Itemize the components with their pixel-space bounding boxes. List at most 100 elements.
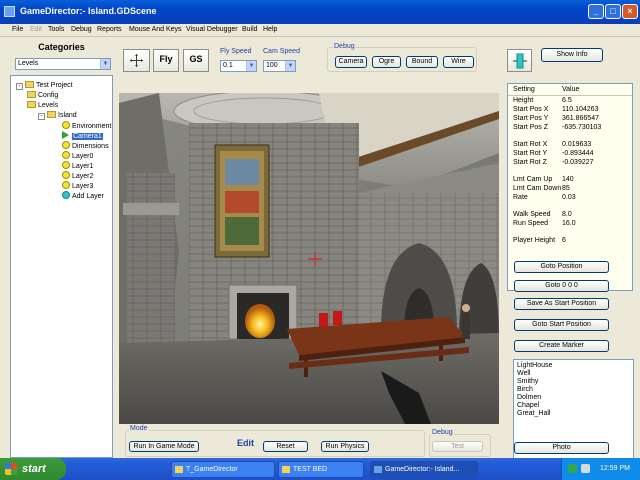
list-item[interactable]: Chapel xyxy=(517,402,539,409)
tree-item-test-project[interactable]: - Test Project xyxy=(16,81,73,90)
tree-item-camera1[interactable]: Camera1 xyxy=(62,131,103,140)
menu-visual-debugger[interactable]: Visual Debugger xyxy=(186,26,238,33)
tree-item-levels[interactable]: Levels xyxy=(27,101,58,109)
debug-ogre-button[interactable]: Ogre xyxy=(372,56,401,68)
run-in-game-mode-button[interactable]: Run In Game Mode xyxy=(129,441,199,452)
info-panel: Show Info Setting Value Height 6.5 Start… xyxy=(503,40,637,474)
circle-icon xyxy=(62,171,70,179)
list-item[interactable]: Well xyxy=(517,370,530,377)
taskbar-item-gamedirector[interactable]: GameDirector:- Island... xyxy=(370,461,478,478)
create-marker-button[interactable]: Create Marker xyxy=(514,340,609,352)
setting-name: Start Pos Z xyxy=(513,124,549,131)
tree-item-dimensions[interactable]: Dimensions xyxy=(62,141,109,150)
list-item[interactable]: Great_Hall xyxy=(517,410,550,417)
tree-item-add-layer[interactable]: Add Layer xyxy=(62,191,104,200)
test-button[interactable]: Test xyxy=(432,441,483,452)
settings-table[interactable]: Setting Value Height 6.5 Start Pos X 110… xyxy=(507,83,633,291)
setting-value[interactable]: -0.893444 xyxy=(562,150,594,157)
setting-value[interactable]: 361.866547 xyxy=(562,115,599,122)
tree-item-layer2[interactable]: Layer2 xyxy=(62,171,93,180)
tree-item-label: Layer3 xyxy=(72,183,94,190)
list-item[interactable]: Dolmen xyxy=(517,394,541,401)
circle-icon xyxy=(62,121,70,129)
volume-icon[interactable] xyxy=(581,464,590,473)
menu-build[interactable]: Build xyxy=(242,26,258,33)
debug-bound-button[interactable]: Bound xyxy=(406,56,438,68)
close-button[interactable]: × xyxy=(622,4,638,19)
goto-start-position-button[interactable]: Goto Start Position xyxy=(514,319,609,331)
setting-value[interactable]: 85 xyxy=(562,185,570,192)
tree-item-layer0[interactable]: Layer0 xyxy=(62,151,93,160)
setting-value[interactable]: 110.104263 xyxy=(562,106,598,113)
category-select-value: Levels xyxy=(18,60,39,67)
menu-bar: File Edit Tools Debug Reports Mouse And … xyxy=(0,24,640,37)
minimize-button[interactable]: _ xyxy=(588,4,604,19)
scene-viewport[interactable] xyxy=(119,93,499,424)
setting-name: Start Rot Z xyxy=(513,159,547,166)
save-as-start-position-button[interactable]: Save As Start Position xyxy=(514,298,609,310)
categories-panel: Categories Levels ▼ - Test Project Config… xyxy=(10,40,113,458)
list-item[interactable]: LightHouse xyxy=(517,362,552,369)
menu-reports[interactable]: Reports xyxy=(97,26,122,33)
clock[interactable]: 12:59 PM xyxy=(600,465,630,472)
cam-speed-label: Cam Speed xyxy=(263,48,300,55)
panel-toggle-button[interactable] xyxy=(507,49,532,72)
photo-button[interactable]: Photo xyxy=(514,442,609,454)
menu-edit[interactable]: Edit xyxy=(30,26,42,33)
start-label: start xyxy=(22,463,46,475)
taskbar-item-t-gamedirector[interactable]: T_GameDirector xyxy=(171,461,275,478)
circle-icon xyxy=(62,161,70,169)
setting-value[interactable]: 6 xyxy=(562,237,566,244)
setting-name: Lmt Cam Up xyxy=(513,176,553,183)
security-icon[interactable] xyxy=(568,464,577,473)
tree-item-island[interactable]: - Island xyxy=(38,111,77,120)
menu-tools[interactable]: Tools xyxy=(48,26,64,33)
tree-item-label: Test Project xyxy=(36,82,73,89)
window-title: GameDirector:- Island.GDScene xyxy=(20,6,157,16)
project-tree[interactable]: - Test Project Config Levels - Island Envi… xyxy=(10,75,113,458)
chevron-down-icon[interactable]: ▼ xyxy=(285,61,295,71)
fly-button[interactable]: Fly xyxy=(153,49,179,72)
menu-file[interactable]: File xyxy=(12,26,23,33)
setting-value[interactable]: 8.0 xyxy=(562,211,572,218)
debug-wire-button[interactable]: Wire xyxy=(443,56,474,68)
list-item[interactable]: Birch xyxy=(517,386,533,393)
maximize-button[interactable]: □ xyxy=(605,4,621,19)
goto-position-button[interactable]: Goto Position xyxy=(514,261,609,273)
setting-value[interactable]: -635.730103 xyxy=(562,124,601,131)
tree-item-environment[interactable]: Environment xyxy=(62,121,111,130)
collapse-icon[interactable]: - xyxy=(38,113,45,120)
tree-item-label: Camera1 xyxy=(72,133,103,140)
setting-value[interactable]: 6.5 xyxy=(562,97,572,104)
setting-value[interactable]: -0.039227 xyxy=(562,159,594,166)
goto-origin-button[interactable]: Goto 0 0 0 xyxy=(514,280,609,292)
cam-speed-select[interactable]: 100 ▼ xyxy=(263,60,296,72)
menu-debug[interactable]: Debug xyxy=(71,26,92,33)
debug-camera-button[interactable]: Camera xyxy=(335,56,367,68)
tree-item-layer3[interactable]: Layer3 xyxy=(62,181,93,190)
setting-name: Start Rot X xyxy=(513,141,548,148)
fly-speed-select[interactable]: 0.1 ▼ xyxy=(220,60,257,72)
run-physics-button[interactable]: Run Physics xyxy=(321,441,369,452)
category-select[interactable]: Levels ▼ xyxy=(15,58,111,70)
markers-list[interactable]: LightHouse Well Smithy Birch Dolmen Chap… xyxy=(513,359,634,474)
gs-button[interactable]: GS xyxy=(183,49,209,72)
menu-mouse-and-keys[interactable]: Mouse And Keys xyxy=(129,26,182,33)
show-info-button[interactable]: Show Info xyxy=(541,48,603,62)
tree-item-layer1[interactable]: Layer1 xyxy=(62,161,93,170)
chevron-down-icon[interactable]: ▼ xyxy=(246,61,256,71)
tree-item-config[interactable]: Config xyxy=(27,91,58,99)
taskbar-item-test-bed[interactable]: TEST BED xyxy=(278,461,364,478)
move-tool-button[interactable] xyxy=(123,49,150,72)
list-item[interactable]: Smithy xyxy=(517,378,538,385)
setting-value[interactable]: 0.03 xyxy=(562,194,576,201)
setting-value[interactable]: 140 xyxy=(562,176,574,183)
start-button[interactable]: start xyxy=(0,458,66,480)
menu-help[interactable]: Help xyxy=(263,26,277,33)
reset-button[interactable]: Reset xyxy=(263,441,308,452)
setting-name: Start Rot Y xyxy=(513,150,548,157)
setting-value[interactable]: 16.0 xyxy=(562,220,576,227)
chevron-down-icon[interactable]: ▼ xyxy=(100,59,110,69)
collapse-icon[interactable]: - xyxy=(16,83,23,90)
setting-value[interactable]: 0.019633 xyxy=(562,141,591,148)
